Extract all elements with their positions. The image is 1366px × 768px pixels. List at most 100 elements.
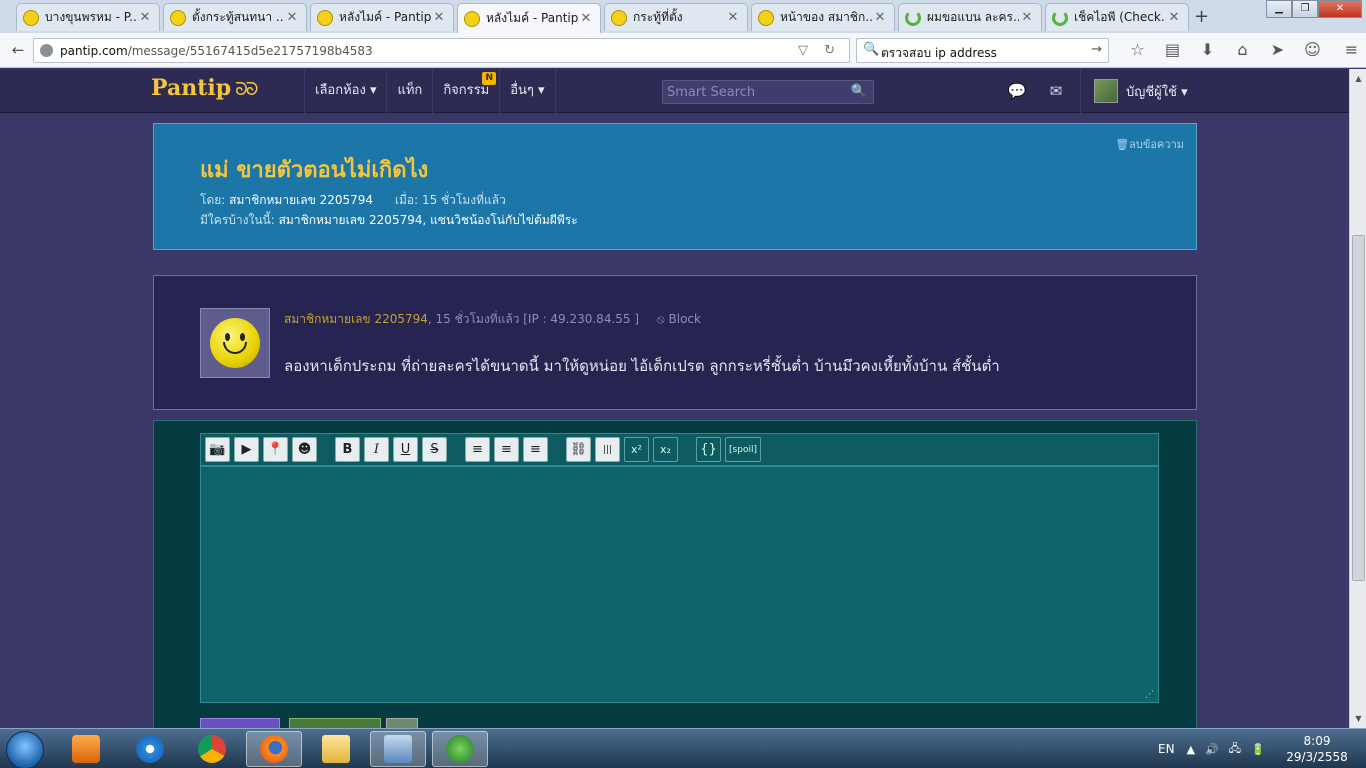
pantip-logo[interactable]: Pantip ᘐᘐ	[151, 75, 259, 101]
reload-icon[interactable]: ▽ ↻	[798, 43, 841, 58]
tab-title: กระทู้ที่ตั้ง	[633, 10, 683, 24]
power-icon[interactable]: 🔋	[1251, 743, 1265, 756]
close-window-icon[interactable]: ✕	[1318, 0, 1362, 18]
restore-icon[interactable]: ❐	[1292, 0, 1318, 18]
tab-close-icon[interactable]: ✕	[431, 10, 447, 25]
system-clock[interactable]: 8:09 29/3/2558	[1284, 733, 1350, 765]
thread-participants: มีใครบ้างในนี้: สมาชิกหมายเลข 2205794, แ…	[200, 213, 578, 227]
preview-button[interactable]	[289, 718, 381, 728]
underline-button[interactable]: U	[393, 437, 418, 462]
browser-tab-6[interactable]: หน้าของ สมาชิก... ✕	[751, 3, 895, 31]
tab-close-icon[interactable]: ✕	[578, 11, 594, 26]
delete-message-link[interactable]: 🗑ลบข้อความ	[1115, 135, 1184, 153]
message-body: ลองหาเด็กประถม ที่ถ่ายละครได้ขนาดนี้ มาใ…	[284, 357, 1000, 375]
strikethrough-button[interactable]: S	[422, 437, 447, 462]
minimize-icon[interactable]: ▁	[1266, 0, 1292, 18]
taskbar-media-player[interactable]	[58, 731, 114, 767]
mail-icon[interactable]: ✉	[1044, 80, 1068, 102]
video-icon[interactable]: ▶	[234, 437, 259, 462]
globe-icon	[40, 44, 53, 57]
submit-button[interactable]	[200, 718, 280, 728]
tab-close-icon[interactable]: ✕	[137, 10, 153, 25]
emoticon-icon[interactable]: ☻	[292, 437, 317, 462]
scroll-up-icon[interactable]: ▲	[1352, 71, 1365, 86]
align-left-icon[interactable]: ≡	[465, 437, 490, 462]
browser-tab-5[interactable]: กระทู้ที่ตั้ง ✕	[604, 3, 748, 31]
smart-search-input[interactable]	[663, 81, 843, 103]
browser-tab-8[interactable]: เช็คไอพี (Check... ✕	[1045, 3, 1189, 31]
back-arrow-icon[interactable]: ←	[6, 39, 30, 63]
scroll-down-icon[interactable]: ▼	[1352, 711, 1365, 726]
italic-button[interactable]: I	[364, 437, 389, 462]
tab-close-icon[interactable]: ✕	[725, 10, 741, 25]
author-link[interactable]: สมาชิกหมายเลข 2205794	[229, 193, 373, 207]
browser-toolbar-icons: ☆ ▤ ⬇ ⌂ ➤ ☺ ≡	[1120, 40, 1366, 59]
pantip-smiley-icon	[170, 9, 186, 26]
chat-bubble-icon[interactable]: ☺	[1295, 40, 1330, 59]
download-icon[interactable]: ⬇	[1190, 40, 1225, 59]
code-button[interactable]: {}	[696, 437, 721, 462]
chat-icon[interactable]: 💬	[1005, 80, 1029, 102]
tab-close-icon[interactable]: ✕	[872, 10, 888, 25]
subscript-button[interactable]: x₂	[653, 437, 678, 462]
bookmark-star-icon[interactable]: ☆	[1120, 40, 1155, 59]
participants-list[interactable]: สมาชิกหมายเลข 2205794, แซนวิชน้องโน่กับไ…	[279, 213, 578, 227]
language-indicator[interactable]: EN	[1158, 742, 1175, 756]
volume-icon[interactable]: 🔊	[1205, 743, 1219, 756]
taskbar-network-app[interactable]	[432, 731, 488, 767]
browser-tab-1[interactable]: บางขุนพรหม - P... ✕	[16, 3, 160, 31]
browser-tab-4-active[interactable]: หลังไมค์ - Pantip ✕	[457, 3, 601, 33]
taskbar-explorer[interactable]	[308, 731, 364, 767]
pantip-smiley-icon	[611, 9, 627, 26]
menu-activities[interactable]: กิจกรรม N	[432, 69, 499, 113]
url-text: pantip.com/message/55167415d5e21757198b4…	[60, 44, 373, 58]
tab-title: หลังไมค์ - Pantip	[486, 11, 578, 25]
reply-editor-box: 📷 ▶ 📍 ☻ B I U S ≡ ≡ ≡ ⛓ ||| x² x₂ {} [sp…	[153, 420, 1197, 728]
sticker-button[interactable]	[386, 718, 418, 728]
tab-close-icon[interactable]: ✕	[284, 10, 300, 25]
page-scrollbar[interactable]: ▲ ▼	[1349, 69, 1366, 728]
network-icon[interactable]: 🖧	[1229, 740, 1241, 759]
browser-search-field[interactable]: 🔍 ตรวจสอบ ip address →	[856, 38, 1109, 63]
taskbar-control-panel[interactable]	[370, 731, 426, 767]
search-go-icon[interactable]: →	[1091, 42, 1102, 57]
browser-tab-3[interactable]: หลังไมค์ - Pantip ✕	[310, 3, 454, 31]
align-right-icon[interactable]: ≡	[523, 437, 548, 462]
browser-tab-7[interactable]: ผมขอแบน ละคร... ✕	[898, 3, 1042, 31]
link-icon[interactable]: ⛓	[566, 437, 591, 462]
search-icon[interactable]: 🔍	[851, 84, 867, 99]
reply-textarea[interactable]: ⋰	[200, 466, 1159, 703]
account-menu[interactable]: บัญชีผู้ใช้ ▾	[1080, 69, 1188, 113]
menu-select-room[interactable]: เลือกห้อง ▾	[304, 69, 386, 113]
menu-tags[interactable]: แท็ก	[386, 69, 432, 113]
loading-icon	[1052, 9, 1068, 26]
message-author-link[interactable]: สมาชิกหมายเลข 2205794	[284, 312, 428, 326]
bold-button[interactable]: B	[335, 437, 360, 462]
account-label: บัญชีผู้ใช้ ▾	[1126, 84, 1188, 100]
hr-icon[interactable]: |||	[595, 437, 620, 462]
align-center-icon[interactable]: ≡	[494, 437, 519, 462]
taskbar-internet-explorer[interactable]	[122, 731, 178, 767]
map-pin-icon[interactable]: 📍	[263, 437, 288, 462]
menu-more[interactable]: อื่นๆ ▾	[499, 69, 556, 113]
home-icon[interactable]: ⌂	[1225, 40, 1260, 59]
hamburger-menu-icon[interactable]: ≡	[1334, 40, 1366, 59]
spoil-button[interactable]: [spoil]	[725, 437, 761, 462]
camera-icon[interactable]: 📷	[205, 437, 230, 462]
taskbar-firefox[interactable]	[246, 731, 302, 767]
resize-handle-icon[interactable]: ⋰	[1145, 690, 1154, 700]
show-hidden-icons-icon[interactable]: ▲	[1187, 743, 1195, 756]
scroll-thumb[interactable]	[1352, 235, 1365, 581]
browser-tab-2[interactable]: ตั้งกระทู้สนทนา ... ✕	[163, 3, 307, 31]
tab-close-icon[interactable]: ✕	[1019, 10, 1035, 25]
url-bar[interactable]: pantip.com/message/55167415d5e21757198b4…	[33, 38, 850, 63]
taskbar-chrome[interactable]	[184, 731, 240, 767]
superscript-button[interactable]: x²	[624, 437, 649, 462]
tab-close-icon[interactable]: ✕	[1166, 10, 1182, 25]
reading-list-icon[interactable]: ▤	[1155, 40, 1190, 59]
send-icon[interactable]: ➤	[1260, 40, 1295, 59]
avatar[interactable]	[200, 308, 270, 378]
new-tab-button[interactable]: +	[1194, 6, 1209, 27]
block-link[interactable]: ⦸ Block	[657, 312, 701, 326]
start-button[interactable]	[6, 731, 44, 768]
